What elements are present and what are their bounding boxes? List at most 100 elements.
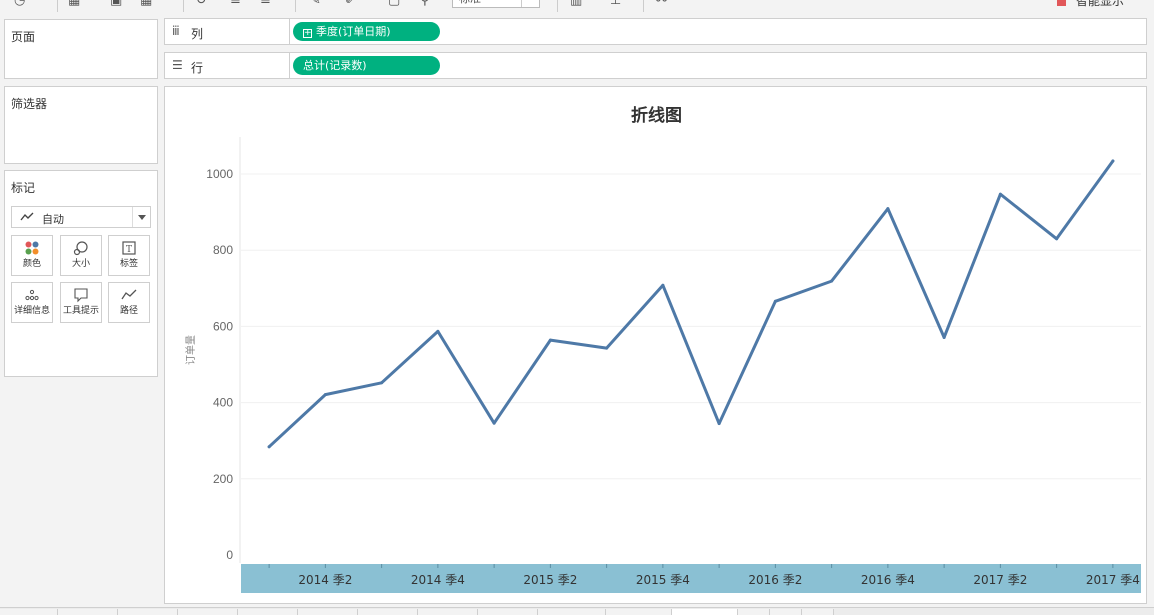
marks-title: 标记	[11, 181, 36, 195]
columns-pill[interactable]: + 季度(订单日期)	[293, 22, 440, 41]
line-chart[interactable]: 0 200 400 600 800 1000 订单量 2014 季2 2014 季4 2015 季…	[165, 87, 1146, 603]
columns-label: 列	[191, 27, 204, 41]
sheet-tab[interactable]	[538, 609, 606, 615]
color-button[interactable]: 颜色	[11, 235, 53, 276]
view-select[interactable]: 标准	[452, 0, 540, 8]
label-icon: T	[109, 236, 149, 258]
save-icon[interactable]: ▣	[110, 0, 126, 8]
sheet-tab[interactable]	[358, 609, 418, 615]
mark-type-dropdown[interactable]: 自动	[11, 206, 151, 228]
toolbar-separator	[557, 0, 558, 12]
group-icon[interactable]: ▢	[388, 0, 404, 8]
rows-shelf[interactable]: ☰ 行 总计(记录数)	[164, 52, 1147, 79]
detail-button[interactable]: 详细信息	[11, 282, 53, 323]
sheet-tab[interactable]	[0, 609, 58, 615]
data-point	[942, 335, 946, 339]
svg-text:T: T	[126, 245, 132, 255]
data-point	[886, 207, 890, 211]
x-tick-label: 2015 季2	[523, 573, 577, 587]
data-point	[773, 299, 777, 303]
new-story-tab[interactable]	[802, 609, 834, 615]
y-tick-label: 200	[213, 472, 233, 486]
sort-desc-icon[interactable]: ≡	[260, 0, 276, 8]
clear-sheet-icon[interactable]: ▦	[140, 0, 156, 8]
line-mark-icon	[20, 211, 34, 225]
y-tick-label: 1000	[206, 167, 233, 181]
toolbar-separator	[183, 0, 184, 12]
sheet-tab-active[interactable]	[672, 609, 738, 615]
rows-pill[interactable]: 总计(记录数)	[293, 56, 440, 75]
toolbar: ◔ ▦ ▣ ▦ ↺ ≡ ≡ ✎ ✐ ▢ ⚲ 标准 ▥ ⊥ ⚯ 智能显示	[0, 0, 1154, 14]
x-tick-label: 2017 季4	[1086, 573, 1140, 587]
color-icon	[12, 236, 52, 258]
expand-icon[interactable]: +	[303, 29, 312, 38]
data-point	[661, 283, 665, 287]
marks-panel: 标记 自动 颜色 大小 T 标签 详细信息 工具提示 路径	[4, 170, 158, 377]
smart-show-label: 智能显示	[1075, 0, 1124, 8]
data-point	[605, 346, 609, 350]
data-point	[267, 445, 271, 449]
pages-panel[interactable]: 页面	[4, 19, 158, 79]
columns-shelf[interactable]: ⅲ 列 + 季度(订单日期)	[164, 18, 1147, 45]
filters-title: 筛选器	[11, 97, 48, 111]
label-button[interactable]: T 标签	[108, 235, 150, 276]
y-tick-label: 400	[213, 396, 233, 410]
y-tick-label: 600	[213, 319, 233, 333]
tooltip-icon	[61, 283, 101, 305]
smart-show-icon	[1056, 0, 1066, 6]
detail-icon	[12, 283, 52, 305]
highlight-icon[interactable]: ✎	[310, 0, 326, 8]
toolbar-separator	[295, 0, 296, 12]
sheet-tab[interactable]	[238, 609, 298, 615]
new-datasource-icon[interactable]: ▦	[68, 0, 84, 8]
data-point	[717, 422, 721, 426]
detail-button-label: 详细信息	[13, 306, 50, 316]
path-button[interactable]: 路径	[108, 282, 150, 323]
tooltip-button-label: 工具提示	[62, 306, 99, 316]
pin-icon[interactable]: ⚲	[420, 0, 436, 8]
color-button-label: 颜色	[22, 259, 41, 269]
sheet-tab[interactable]	[58, 609, 118, 615]
size-button-label: 大小	[71, 259, 90, 269]
show-me-bars-icon[interactable]: ▥	[570, 0, 586, 8]
size-icon	[61, 236, 101, 258]
sheet-tab[interactable]	[418, 609, 478, 615]
share-icon[interactable]: ⚯	[656, 0, 672, 8]
presentation-icon[interactable]: ⊥	[610, 0, 626, 8]
swap-icon[interactable]: ↺	[196, 0, 212, 8]
x-tick-label: 2014 季4	[411, 573, 465, 587]
rows-icon: ☰	[172, 58, 183, 72]
annotate-icon[interactable]: ✐	[345, 0, 361, 8]
undo-icon[interactable]: ◔	[14, 0, 30, 8]
view-select-value: 标准	[459, 0, 481, 5]
y-axis-title: 订单量	[185, 335, 197, 365]
y-tick-label: 800	[213, 243, 233, 257]
sheet-tab[interactable]	[118, 609, 178, 615]
data-point	[492, 421, 496, 425]
size-button[interactable]: 大小	[60, 235, 102, 276]
rows-pill-label: 总计(记录数)	[303, 59, 367, 72]
sheet-tab[interactable]	[478, 609, 538, 615]
new-dashboard-tab[interactable]	[770, 609, 802, 615]
columns-shelf-label: ⅲ 列	[165, 19, 290, 44]
data-point	[830, 279, 834, 283]
data-point	[436, 329, 440, 333]
path-icon	[109, 283, 149, 305]
y-tick-label: 0	[226, 548, 233, 562]
chevron-down-icon	[132, 207, 150, 227]
sheet-tab[interactable]	[606, 609, 672, 615]
path-button-label: 路径	[119, 306, 138, 316]
smart-show-button[interactable]: 智能显示	[1056, 0, 1124, 8]
filters-panel[interactable]: 筛选器	[4, 86, 158, 164]
data-point	[1111, 159, 1115, 163]
x-tick-label: 2017 季2	[973, 573, 1027, 587]
chart-panel[interactable]: 折线图 0 200 400 600 800 1000 订单量 2014 季2 2014 季4 20…	[164, 86, 1147, 604]
toolbar-separator	[57, 0, 58, 12]
sheet-tab[interactable]	[298, 609, 358, 615]
sheet-tab[interactable]	[178, 609, 238, 615]
columns-icon: ⅲ	[172, 24, 180, 38]
new-sheet-tab[interactable]	[738, 609, 770, 615]
sort-asc-icon[interactable]: ≡	[230, 0, 246, 8]
rows-shelf-label: ☰ 行	[165, 53, 290, 78]
tooltip-button[interactable]: 工具提示	[60, 282, 102, 323]
